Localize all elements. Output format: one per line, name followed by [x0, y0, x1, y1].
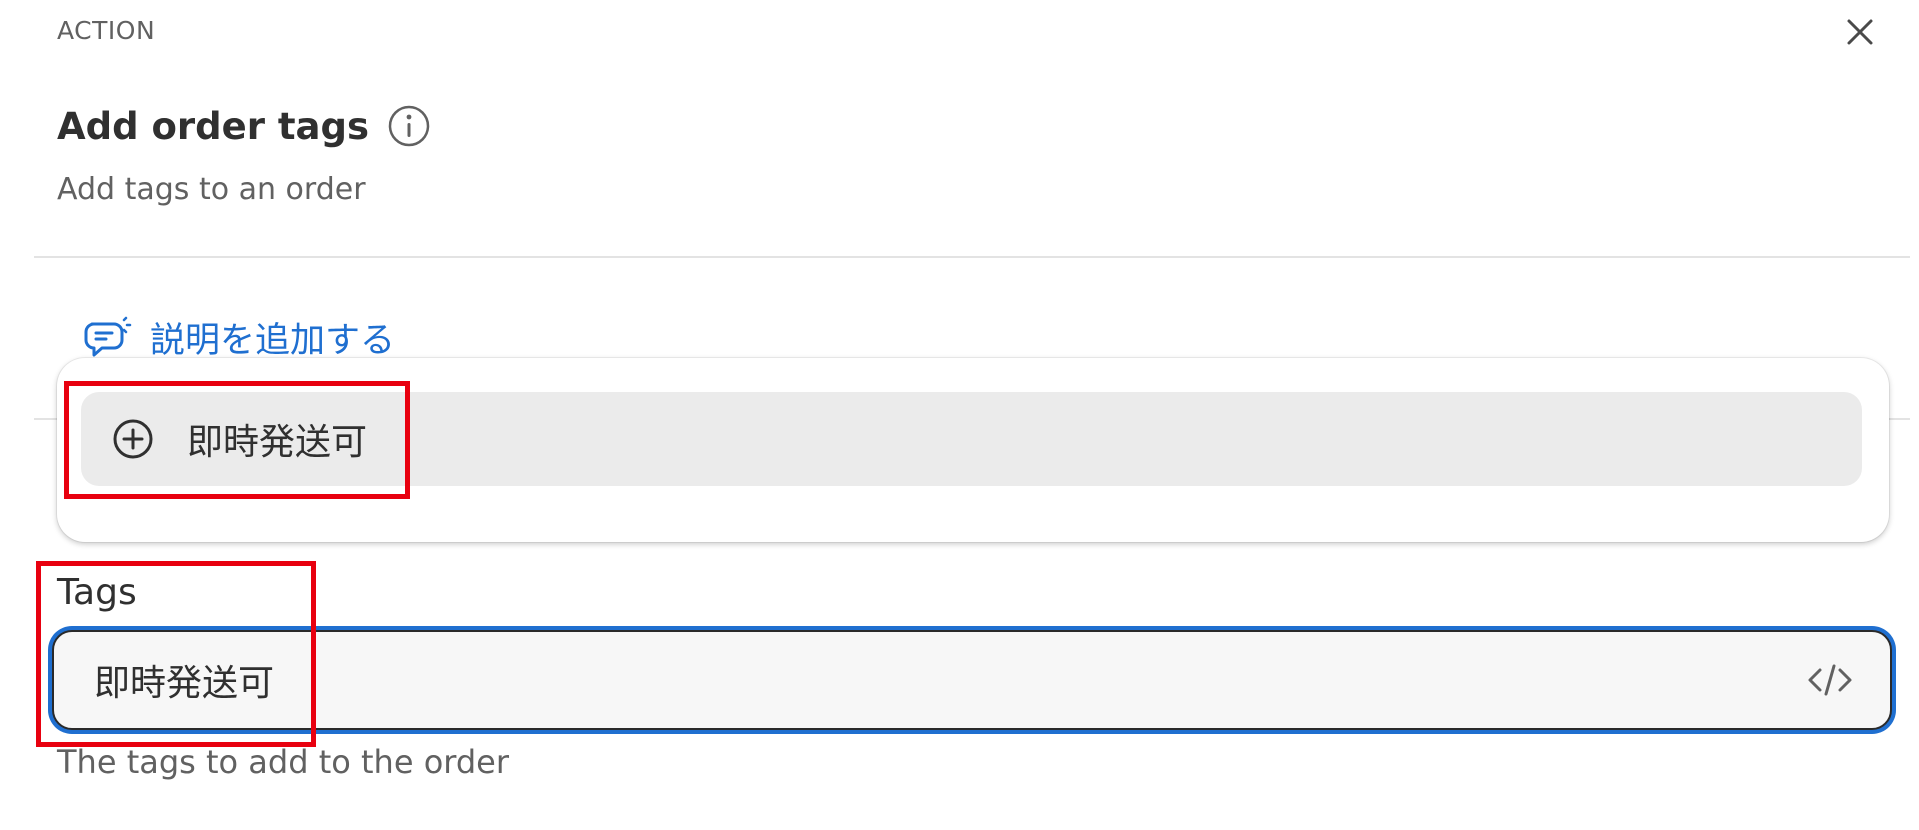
tag-suggestions-dropdown: 即時発送可 — [57, 358, 1889, 542]
code-icon[interactable] — [1806, 660, 1854, 700]
page-subtitle: Add tags to an order — [57, 172, 366, 207]
info-icon[interactable] — [387, 104, 431, 148]
tag-suggestion-label: 即時発送可 — [187, 422, 368, 463]
add-description-link[interactable]: 説明を追加する — [84, 312, 395, 363]
tags-field-label: Tags — [57, 572, 137, 613]
action-panel: ACTION Add order tags Add tags to an ord… — [0, 0, 1919, 830]
close-icon — [1847, 19, 1873, 45]
comment-icon — [84, 316, 132, 360]
plus-circle-icon — [111, 417, 155, 461]
tags-help-text: The tags to add to the order — [57, 743, 510, 781]
page-title: Add order tags — [57, 104, 370, 148]
tags-input[interactable]: 即時発送可 — [52, 630, 1892, 730]
section-label: ACTION — [57, 16, 156, 45]
title-row: Add order tags — [57, 104, 431, 148]
add-description-label: 説明を追加する — [150, 321, 396, 361]
close-button[interactable] — [1840, 12, 1880, 52]
tags-input-value[interactable]: 即時発送可 — [94, 654, 1806, 706]
divider — [34, 256, 1910, 258]
tag-suggestion-option[interactable]: 即時発送可 — [81, 392, 1862, 486]
